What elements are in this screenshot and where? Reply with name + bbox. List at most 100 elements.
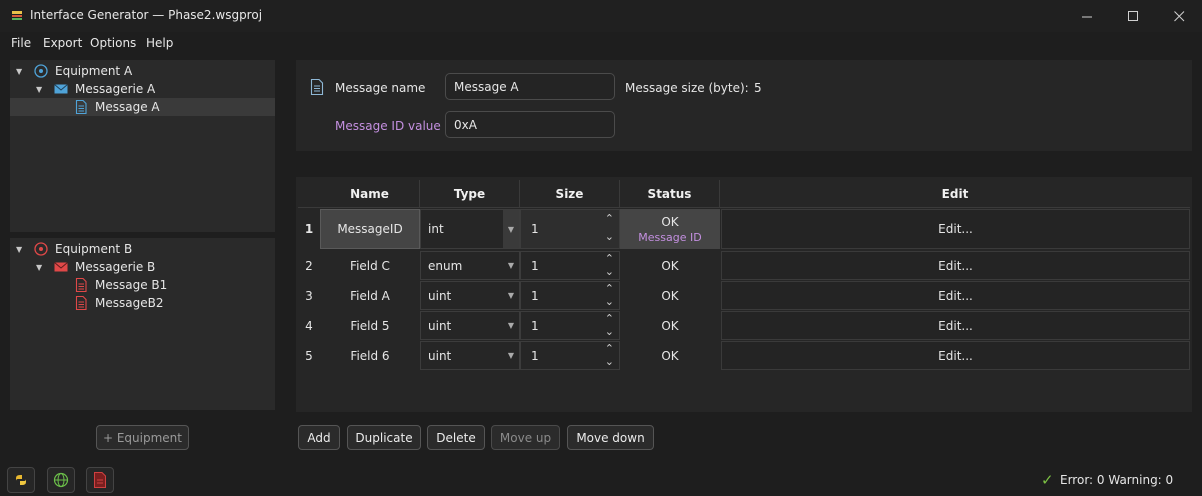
- edit-button[interactable]: Edit...: [721, 209, 1190, 249]
- menu-bar: File Export Options Help: [0, 32, 1202, 54]
- size-spinbox[interactable]: 1 ⌃ ⌄: [520, 209, 620, 249]
- row-number[interactable]: 3: [298, 281, 320, 310]
- dropdown-arrow-icon[interactable]: ▼: [503, 282, 519, 309]
- column-header-status[interactable]: Status: [620, 180, 720, 207]
- pdf-icon: [94, 472, 106, 488]
- spin-up-icon[interactable]: ⌃: [605, 253, 614, 264]
- type-combobox[interactable]: uint ▼: [420, 341, 520, 370]
- dropdown-arrow-icon[interactable]: ▼: [503, 312, 519, 339]
- type-combobox[interactable]: int ▼: [420, 209, 520, 249]
- edit-button[interactable]: Edit...: [721, 251, 1190, 280]
- size-value: 1: [531, 318, 539, 333]
- spin-down-icon[interactable]: ⌄: [605, 356, 614, 367]
- edit-button[interactable]: Edit...: [721, 311, 1190, 340]
- dropdown-arrow-icon[interactable]: ▼: [503, 342, 519, 369]
- message-id-input[interactable]: 0xA: [445, 111, 615, 138]
- spin-down-icon[interactable]: ⌄: [605, 296, 614, 307]
- type-combobox[interactable]: uint ▼: [420, 281, 520, 310]
- add-button[interactable]: Add: [298, 425, 340, 450]
- tree-label: Equipment B: [55, 242, 133, 256]
- tree-item-equipment-a[interactable]: ▼ Equipment A: [10, 62, 275, 80]
- expand-arrow-icon[interactable]: ▼: [16, 245, 22, 254]
- size-value: 1: [531, 288, 539, 303]
- tree-panel-equipment-a: ▼ Equipment A ▼ Messagerie A Message A: [10, 60, 275, 232]
- status-value: OK: [661, 348, 679, 363]
- row-number[interactable]: 4: [298, 311, 320, 340]
- tree-item-message-b1[interactable]: Message B1: [10, 276, 275, 294]
- globe-icon: [53, 472, 69, 488]
- row-number[interactable]: 1: [298, 209, 320, 249]
- column-header-name[interactable]: Name: [320, 180, 420, 207]
- expand-arrow-icon[interactable]: ▼: [36, 85, 42, 94]
- menu-file[interactable]: File: [11, 36, 31, 50]
- status-value: OK: [661, 318, 679, 333]
- menu-options[interactable]: Options: [90, 36, 136, 50]
- duplicate-button[interactable]: Duplicate: [347, 425, 421, 450]
- document-icon: [75, 278, 87, 292]
- menu-help[interactable]: Help: [146, 36, 173, 50]
- close-button[interactable]: [1156, 0, 1202, 32]
- add-equipment-button[interactable]: + Equipment: [96, 425, 189, 450]
- status-sub-label: Message ID: [638, 230, 702, 244]
- column-header-size[interactable]: Size: [520, 180, 620, 207]
- maximize-button[interactable]: [1110, 0, 1156, 32]
- expand-arrow-icon[interactable]: ▼: [16, 67, 22, 76]
- spin-down-icon[interactable]: ⌄: [605, 326, 614, 337]
- edit-button[interactable]: Edit...: [721, 341, 1190, 370]
- size-spinbox[interactable]: 1 ⌃ ⌄: [520, 341, 620, 370]
- tree-label: MessageB2: [95, 296, 164, 310]
- expand-arrow-icon[interactable]: ▼: [36, 263, 42, 272]
- type-combobox[interactable]: uint ▼: [420, 311, 520, 340]
- field-name-cell[interactable]: MessageID: [320, 209, 420, 249]
- window-title: Interface Generator — Phase2.wsgproj: [30, 8, 263, 22]
- menu-export[interactable]: Export: [43, 36, 82, 50]
- spin-up-icon[interactable]: ⌃: [605, 313, 614, 324]
- dropdown-arrow-icon[interactable]: ▼: [503, 252, 519, 279]
- move-up-button[interactable]: Move up: [491, 425, 560, 450]
- size-spinbox[interactable]: 1 ⌃ ⌄: [520, 251, 620, 280]
- spin-down-icon[interactable]: ⌄: [605, 266, 614, 277]
- type-combobox[interactable]: enum ▼: [420, 251, 520, 280]
- type-value: int: [428, 222, 444, 236]
- python-script-button[interactable]: [7, 467, 35, 493]
- minimize-button[interactable]: [1064, 0, 1110, 32]
- check-icon: ✓: [1041, 471, 1054, 489]
- spin-down-icon[interactable]: ⌄: [605, 231, 614, 242]
- size-spinbox[interactable]: 1 ⌃ ⌄: [520, 281, 620, 310]
- size-spinbox[interactable]: 1 ⌃ ⌄: [520, 311, 620, 340]
- spin-up-icon[interactable]: ⌃: [605, 343, 614, 354]
- message-name-input[interactable]: Message A: [445, 73, 615, 100]
- maximize-icon: [1127, 10, 1138, 21]
- message-name-label: Message name: [335, 81, 426, 95]
- tree-item-equipment-b[interactable]: ▼ Equipment B: [10, 240, 275, 258]
- delete-button[interactable]: Delete: [427, 425, 485, 450]
- tree-label: Messagerie A: [75, 82, 156, 96]
- edit-button[interactable]: Edit...: [721, 281, 1190, 310]
- column-header-edit[interactable]: Edit: [720, 180, 1190, 207]
- tree-item-messagerie-b[interactable]: ▼ Messagerie B: [10, 258, 275, 276]
- row-number[interactable]: 2: [298, 251, 320, 280]
- field-name-cell[interactable]: Field C: [320, 251, 420, 280]
- move-down-button[interactable]: Move down: [567, 425, 654, 450]
- pdf-export-button[interactable]: [86, 467, 114, 493]
- spin-up-icon[interactable]: ⌃: [605, 283, 614, 294]
- row-number[interactable]: 5: [298, 341, 320, 370]
- column-header-type[interactable]: Type: [420, 180, 520, 207]
- field-name-cell[interactable]: Field 6: [320, 341, 420, 370]
- status-value: OK: [661, 258, 679, 273]
- field-name-cell[interactable]: Field A: [320, 281, 420, 310]
- tree-item-message-b2[interactable]: MessageB2: [10, 294, 275, 312]
- status-cell: OK Message ID: [620, 209, 720, 249]
- app-icon: [12, 11, 22, 20]
- envelope-icon: [54, 84, 68, 94]
- message-size-value: 5: [754, 81, 762, 95]
- python-icon: [16, 475, 26, 485]
- tree-item-message-a[interactable]: Message A: [10, 98, 275, 116]
- field-name-cell[interactable]: Field 5: [320, 311, 420, 340]
- web-button[interactable]: [47, 467, 75, 493]
- equipment-icon: [34, 242, 48, 256]
- dropdown-arrow-icon[interactable]: ▼: [503, 210, 519, 248]
- tree-item-messagerie-a[interactable]: ▼ Messagerie A: [10, 80, 275, 98]
- tree-label: Messagerie B: [75, 260, 156, 274]
- spin-up-icon[interactable]: ⌃: [605, 213, 614, 224]
